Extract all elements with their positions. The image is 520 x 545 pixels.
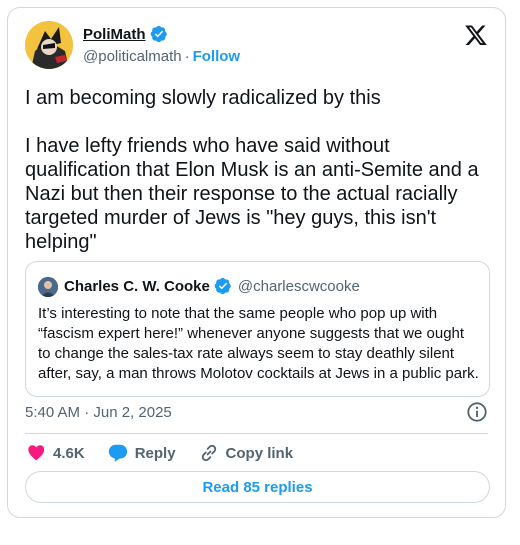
- quoted-tweet[interactable]: Charles C. W. Cooke @charlescwcooke It’s…: [25, 261, 490, 397]
- verified-badge-icon: [214, 277, 231, 295]
- author-handle-row: @politicalmath · Follow: [83, 48, 240, 65]
- tweet-actions-bar: 4.6K Reply Copy link: [25, 442, 315, 464]
- separator-dot: ·: [184, 48, 190, 65]
- quoted-author-row: Charles C. W. Cooke @charlescwcooke: [64, 277, 360, 295]
- like-count: 4.6K: [53, 444, 85, 462]
- link-icon: [201, 444, 216, 462]
- verified-badge-icon: [150, 25, 167, 43]
- quoted-tweet-text: It’s interesting to note that the same p…: [38, 305, 479, 382]
- author-handle[interactable]: @politicalmath: [83, 48, 182, 65]
- actions-divider: [25, 433, 488, 434]
- reply-bubble-icon: [108, 444, 127, 462]
- heart-icon: [28, 445, 45, 461]
- quoted-author-avatar: [38, 277, 58, 297]
- like-button[interactable]: 4.6K: [25, 442, 85, 464]
- x-logo-icon[interactable]: [464, 23, 488, 47]
- follow-button[interactable]: Follow: [193, 48, 241, 65]
- copy-link-button[interactable]: Copy link: [198, 442, 294, 464]
- read-replies-button[interactable]: Read 85 replies: [25, 471, 490, 503]
- quoted-author-name: Charles C. W. Cooke: [64, 277, 210, 295]
- quoted-avatar-illustration: [38, 277, 58, 297]
- avatar-illustration: [25, 21, 73, 69]
- author-name[interactable]: PoliMath: [83, 26, 146, 43]
- author-name-row: PoliMath: [83, 25, 168, 43]
- reply-label: Reply: [134, 444, 176, 462]
- info-icon[interactable]: [466, 401, 488, 423]
- quoted-author-handle: @charlescwcooke: [237, 277, 360, 295]
- read-replies-label: Read 85 replies: [202, 478, 313, 496]
- tweet-timestamp[interactable]: 5:40 AM · Jun 2, 2025: [25, 404, 172, 421]
- author-avatar[interactable]: [25, 21, 73, 69]
- reply-button[interactable]: Reply: [107, 442, 176, 464]
- tweet-body-text: I am becoming slowly radicalized by this…: [25, 87, 479, 253]
- tweet-embed-card: PoliMath @politicalmath · Follow I am beco…: [7, 7, 506, 518]
- copy-link-label: Copy link: [225, 444, 294, 462]
